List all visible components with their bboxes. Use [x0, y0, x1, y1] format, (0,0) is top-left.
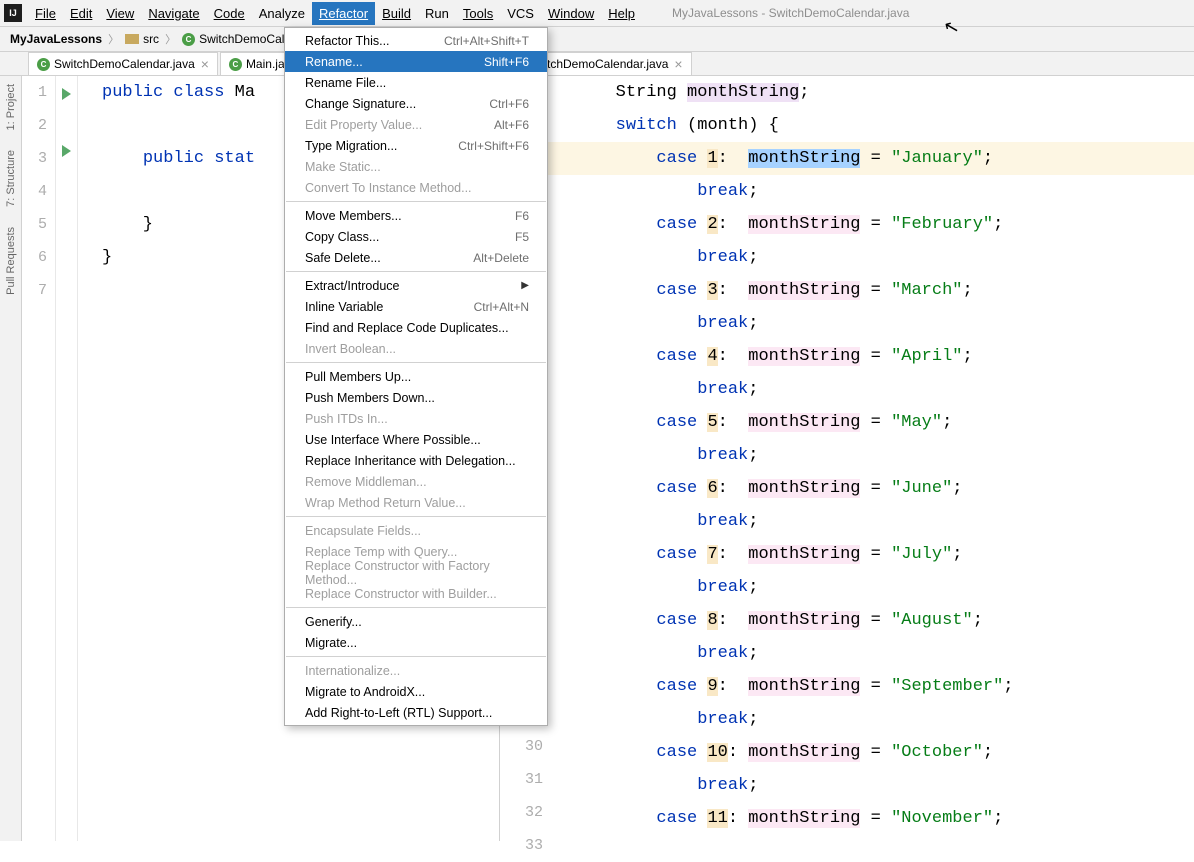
code-right[interactable]: String monthString; switch (month) { cas… — [532, 76, 1194, 841]
menu-item[interactable]: Safe Delete...Alt+Delete — [285, 247, 547, 268]
tab-switchdemo-right[interactable]: tchDemoCalendar.java × — [538, 52, 692, 75]
breadcrumb-project[interactable]: MyJavaLessons — [10, 32, 102, 46]
menu-navigate[interactable]: Navigate — [141, 2, 206, 25]
refactor-menu-dropdown: Refactor This...Ctrl+Alt+Shift+TRename..… — [284, 27, 548, 726]
menu-item[interactable]: Refactor This...Ctrl+Alt+Shift+T — [285, 30, 547, 51]
submenu-arrow-icon: ▶ — [521, 280, 529, 291]
menu-item[interactable]: Migrate... — [285, 632, 547, 653]
menu-vcs[interactable]: VCS — [500, 2, 541, 25]
menu-item: Convert To Instance Method... — [285, 177, 547, 198]
menu-item: Remove Middleman... — [285, 471, 547, 492]
run-icon[interactable] — [62, 145, 71, 157]
menu-item[interactable]: Push Members Down... — [285, 387, 547, 408]
toolwindow-structure[interactable]: 7: Structure — [5, 150, 17, 207]
menu-edit[interactable]: Edit — [63, 2, 99, 25]
menu-item[interactable]: Migrate to AndroidX... — [285, 681, 547, 702]
menu-item: Push ITDs In... — [285, 408, 547, 429]
toolwindow-project[interactable]: 1: Project — [5, 84, 17, 130]
menu-file[interactable]: File — [28, 2, 63, 25]
close-icon[interactable]: × — [674, 56, 682, 72]
gutter-run — [56, 76, 78, 841]
menu-code[interactable]: Code — [207, 2, 252, 25]
menu-item[interactable]: Generify... — [285, 611, 547, 632]
menu-item: Edit Property Value...Alt+F6 — [285, 114, 547, 135]
menu-item[interactable]: Change Signature...Ctrl+F6 — [285, 93, 547, 114]
editor-right: String monthString; switch (month) { cas… — [500, 76, 1194, 841]
toolwindow-pullrequests[interactable]: Pull Requests — [5, 227, 17, 295]
breadcrumb-sep: 〉 — [165, 31, 176, 47]
editor-right-split: tchDemoCalendar.java × String monthStrin… — [499, 52, 1194, 841]
menu-item[interactable]: Use Interface Where Possible... — [285, 429, 547, 450]
menu-item: Internationalize... — [285, 660, 547, 681]
menu-item: Replace Constructor with Factory Method.… — [285, 562, 547, 583]
menu-item: Make Static... — [285, 156, 547, 177]
gutter-marks — [78, 76, 96, 841]
class-icon: C — [182, 33, 195, 46]
close-icon[interactable]: × — [201, 56, 209, 72]
menu-item: Encapsulate Fields... — [285, 520, 547, 541]
window-title: MyJavaLessons - SwitchDemoCalendar.java — [672, 6, 909, 20]
folder-icon — [125, 34, 139, 44]
menu-item[interactable]: Copy Class...F5 — [285, 226, 547, 247]
app-icon: IJ — [4, 4, 22, 22]
menu-item[interactable]: Type Migration...Ctrl+Shift+F6 — [285, 135, 547, 156]
menu-item: Invert Boolean... — [285, 338, 547, 359]
menu-view[interactable]: View — [99, 2, 141, 25]
menu-separator — [286, 271, 546, 272]
menu-item[interactable]: Add Right-to-Left (RTL) Support... — [285, 702, 547, 723]
menu-help[interactable]: Help — [601, 2, 642, 25]
menu-separator — [286, 362, 546, 363]
menu-item[interactable]: Inline VariableCtrl+Alt+N — [285, 296, 547, 317]
editor-tabs-right: tchDemoCalendar.java × — [500, 52, 1194, 76]
menu-item[interactable]: Move Members...F6 — [285, 205, 547, 226]
menu-tools[interactable]: Tools — [456, 2, 500, 25]
menu-item[interactable]: Find and Replace Code Duplicates... — [285, 317, 547, 338]
menu-run[interactable]: Run — [418, 2, 456, 25]
breadcrumb: MyJavaLessons 〉 src 〉 C SwitchDemoCalend… — [0, 27, 1194, 52]
breadcrumb-src[interactable]: src — [125, 32, 159, 46]
menu-window[interactable]: Window — [541, 2, 601, 25]
menu-build[interactable]: Build — [375, 2, 418, 25]
menu-separator — [286, 516, 546, 517]
menu-item[interactable]: Replace Inheritance with Delegation... — [285, 450, 547, 471]
menu-separator — [286, 607, 546, 608]
menubar: IJ File Edit View Navigate Code Analyze … — [0, 0, 1194, 27]
toolwindow-bar-left: 1: Project 7: Structure Pull Requests — [0, 76, 22, 841]
tab-switchdemo[interactable]: C SwitchDemoCalendar.java × — [28, 52, 218, 75]
breadcrumb-sep: 〉 — [108, 31, 119, 47]
menu-item[interactable]: Pull Members Up... — [285, 366, 547, 387]
menu-item: Wrap Method Return Value... — [285, 492, 547, 513]
class-icon: C — [229, 58, 242, 71]
menu-item[interactable]: Rename...Shift+F6 — [285, 51, 547, 72]
run-icon[interactable] — [62, 88, 71, 100]
menu-refactor[interactable]: Refactor — [312, 2, 375, 25]
menu-analyze[interactable]: Analyze — [252, 2, 312, 25]
menu-item[interactable]: Extract/Introduce▶ — [285, 275, 547, 296]
menu-separator — [286, 656, 546, 657]
class-icon: C — [37, 58, 50, 71]
gutter-line-numbers: 1 2 3 4 5 6 7 — [22, 76, 56, 841]
menu-separator — [286, 201, 546, 202]
menu-item[interactable]: Rename File... — [285, 72, 547, 93]
